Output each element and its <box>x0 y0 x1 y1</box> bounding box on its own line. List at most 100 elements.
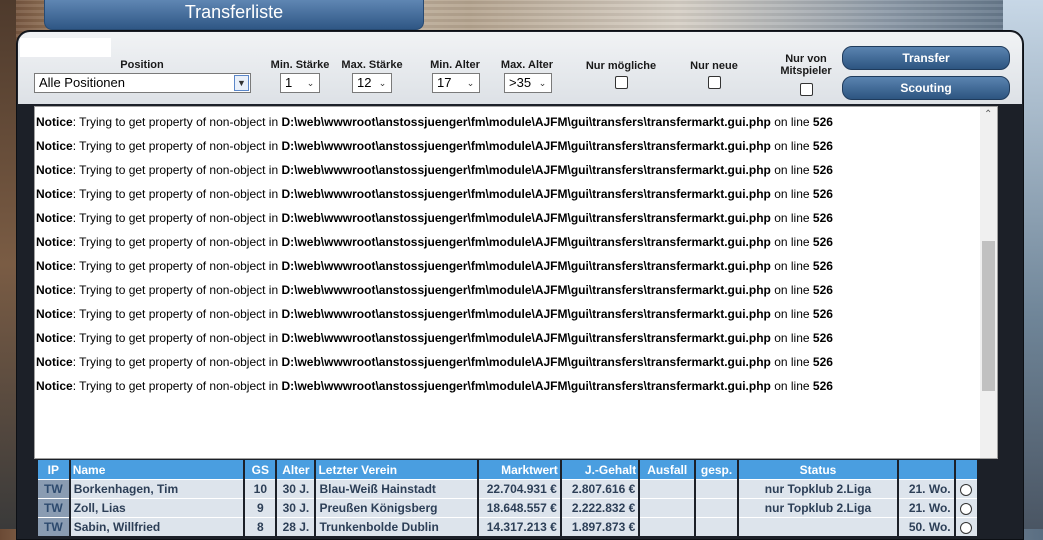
nur-moegliche-label: Nur mögliche <box>585 60 657 72</box>
scrollbar-thumb[interactable] <box>982 241 995 391</box>
select-radio[interactable] <box>960 483 973 496</box>
max-staerke-select[interactable]: 12 ⌄ <box>352 73 392 93</box>
cell-marktwert: 14.317.213 € <box>478 517 560 536</box>
chevron-up-icon[interactable]: ⌃ <box>984 109 992 120</box>
notice-prefix: Notice <box>36 259 73 273</box>
page-title: Transferliste <box>44 0 424 30</box>
notice-path: D:\web\wwwroot\anstossjuenger\fm\module\… <box>281 187 771 201</box>
cell-gs: 9 <box>245 498 276 517</box>
cell-ausfall <box>640 517 695 536</box>
cell-gs: 8 <box>245 517 276 536</box>
notice-prefix: Notice <box>36 211 73 225</box>
cell-select <box>955 479 977 498</box>
notice-on-line: on line <box>770 235 813 249</box>
notice-on-line: on line <box>770 355 813 369</box>
chevron-down-icon: ⌄ <box>466 78 475 88</box>
scouting-button[interactable]: Scouting <box>842 76 1010 100</box>
col-status[interactable]: Status <box>738 460 898 479</box>
select-radio[interactable] <box>960 502 973 515</box>
notice-prefix: Notice <box>36 115 73 129</box>
select-radio[interactable] <box>960 521 973 534</box>
col-ip[interactable]: IP <box>38 460 69 479</box>
cell-verein[interactable]: Blau-Weiß Hainstadt <box>316 479 477 498</box>
blank-field <box>20 38 111 57</box>
nur-von-mitspieler-label-line2: Mitspieler <box>780 65 832 77</box>
notice-line: Notice: Trying to get property of non-ob… <box>35 371 981 401</box>
min-alter-label: Min. Alter <box>430 59 480 71</box>
cell-ausfall <box>640 479 695 498</box>
max-alter-value: >35 <box>509 75 532 90</box>
notice-on-line: on line <box>770 307 813 321</box>
notice-path: D:\web\wwwroot\anstossjuenger\fm\module\… <box>281 115 771 129</box>
col-name[interactable]: Name <box>70 460 244 479</box>
cell-alter: 30 J. <box>277 479 315 498</box>
notice-path: D:\web\wwwroot\anstossjuenger\fm\module\… <box>281 331 771 345</box>
col-gesp[interactable]: gesp. <box>696 460 737 479</box>
notice-prefix: Notice <box>36 283 73 297</box>
notice-on-line: on line <box>770 259 813 273</box>
position-label: Position <box>120 59 164 71</box>
nur-von-mitspieler-checkbox[interactable] <box>800 83 813 96</box>
notice-line-number: 526 <box>812 283 833 297</box>
max-staerke-label: Max. Stärke <box>341 59 403 71</box>
chevron-down-icon: ▼ <box>234 75 249 91</box>
col-gs[interactable]: GS <box>245 460 276 479</box>
col-letzter-verein[interactable]: Letzter Verein <box>316 460 477 479</box>
max-alter-label: Max. Alter <box>500 59 554 71</box>
notice-message: : Trying to get property of non-object i… <box>72 187 282 201</box>
table-row[interactable]: TW Borkenhagen, Tim 10 30 J. Blau-Weiß Hains… <box>38 479 977 498</box>
notice-on-line: on line <box>770 187 813 201</box>
col-gehalt[interactable]: J.-Gehalt <box>561 460 639 479</box>
cell-select <box>955 498 977 517</box>
cell-verein[interactable]: Preußen Königsberg <box>316 498 477 517</box>
nur-moegliche-checkbox[interactable] <box>615 76 628 89</box>
cell-gehalt: 1.897.873 € <box>561 517 639 536</box>
table-header-row: IP Name GS Alter Letzter Verein Marktwer… <box>38 460 977 479</box>
transfer-button[interactable]: Transfer <box>842 46 1010 70</box>
cell-name[interactable]: Sabin, Willfried <box>70 517 244 536</box>
cell-gesp <box>696 517 737 536</box>
notice-line-number: 526 <box>812 211 833 225</box>
notice-on-line: on line <box>770 283 813 297</box>
table-row[interactable]: TW Zoll, Lias 9 30 J. Preußen Königsberg 18.6… <box>38 498 977 517</box>
max-alter-select[interactable]: >35 ⌄ <box>504 73 552 93</box>
notice-prefix: Notice <box>36 355 73 369</box>
notice-prefix: Notice <box>36 379 73 393</box>
cell-name[interactable]: Borkenhagen, Tim <box>70 479 244 498</box>
notice-line-number: 526 <box>812 379 833 393</box>
scrollbar[interactable]: ⌃ <box>980 107 997 458</box>
cell-verein[interactable]: Trunkenbolde Dublin <box>316 517 477 536</box>
notice-message: : Trying to get property of non-object i… <box>72 307 282 321</box>
notice-path: D:\web\wwwroot\anstossjuenger\fm\module\… <box>281 259 771 273</box>
cell-alter: 28 J. <box>277 517 315 536</box>
cell-gesp <box>696 498 737 517</box>
cell-alter: 30 J. <box>277 498 315 517</box>
position-select[interactable]: Alle Positionen ▼ <box>34 73 251 93</box>
min-alter-select[interactable]: 17 ⌄ <box>432 73 480 93</box>
notice-log[interactable]: Notice: Trying to get property of non-ob… <box>34 106 998 459</box>
nur-neue-label: Nur neue <box>690 60 738 72</box>
cell-ip: TW <box>38 479 69 498</box>
cell-wochen: 21. Wo. <box>899 479 954 498</box>
min-staerke-select[interactable]: 1 ⌄ <box>280 73 320 93</box>
cell-gesp <box>696 479 737 498</box>
notice-line-number: 526 <box>812 139 833 153</box>
table-row[interactable]: TW Sabin, Willfried 8 28 J. Trunkenbolde Dub… <box>38 517 977 536</box>
min-alter-value: 17 <box>437 75 452 90</box>
notice-path: D:\web\wwwroot\anstossjuenger\fm\module\… <box>281 307 771 321</box>
nur-neue-checkbox[interactable] <box>708 76 721 89</box>
col-alter[interactable]: Alter <box>277 460 315 479</box>
notice-line-number: 526 <box>812 115 833 129</box>
notice-message: : Trying to get property of non-object i… <box>72 379 282 393</box>
notice-message: : Trying to get property of non-object i… <box>72 355 282 369</box>
col-ausfall[interactable]: Ausfall <box>640 460 695 479</box>
cell-name[interactable]: Zoll, Lias <box>70 498 244 517</box>
cell-gs: 10 <box>245 479 276 498</box>
col-marktwert[interactable]: Marktwert <box>478 460 560 479</box>
cell-status: nur Topklub 2.Liga <box>738 479 898 498</box>
notice-prefix: Notice <box>36 139 73 153</box>
chevron-down-icon: ⌄ <box>538 78 547 88</box>
notice-on-line: on line <box>770 379 813 393</box>
cell-marktwert: 22.704.931 € <box>478 479 560 498</box>
notice-line-number: 526 <box>812 331 833 345</box>
